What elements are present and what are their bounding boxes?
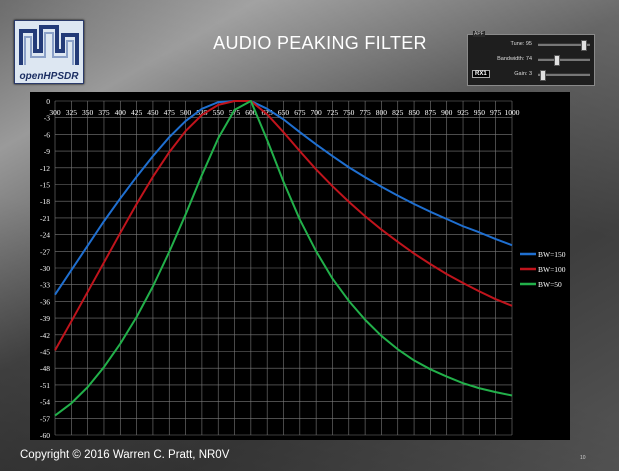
y-tick-label: -39 xyxy=(40,314,50,323)
y-tick-label: -48 xyxy=(40,364,50,373)
x-tick-label: 425 xyxy=(131,108,143,117)
y-tick-label: -33 xyxy=(40,281,50,290)
filter-response-chart-svg: 300 325 350 375 400 425 450 475 500 525 550 575 600 6… xyxy=(40,97,566,440)
y-tick-label: -24 xyxy=(40,231,50,240)
y-tick-label: -21 xyxy=(40,214,50,223)
x-tick-label: 450 xyxy=(147,108,159,117)
x-tick-label: 825 xyxy=(392,108,404,117)
y-tick-label: -3 xyxy=(44,114,50,123)
y-tick-label: -45 xyxy=(40,348,50,357)
x-tick-label: 375 xyxy=(98,108,110,117)
page-number: 10 xyxy=(580,455,586,461)
y-tick-label: -42 xyxy=(40,331,50,340)
slide-title: AUDIO PEAKING FILTER xyxy=(213,33,427,53)
apf-bandwidth-row: Bandwidth: 74 xyxy=(468,53,594,66)
y-tick-label: -15 xyxy=(40,181,50,190)
x-tick-label: 350 xyxy=(82,108,94,117)
x-tick-label: 300 xyxy=(49,108,61,117)
copyright-footer: Copyright © 2016 Warren C. Pratt, NR0V xyxy=(20,449,230,461)
x-tick-label: 875 xyxy=(425,108,437,117)
y-tick-label: -60 xyxy=(40,431,50,440)
x-tick-label: 800 xyxy=(376,108,388,117)
x-tick-label: 475 xyxy=(164,108,176,117)
apf-tune-slider-thumb[interactable] xyxy=(581,40,588,51)
x-tick-label: 775 xyxy=(359,108,371,117)
x-tick-label: 550 xyxy=(213,108,225,117)
logo-text: openHPSDR xyxy=(19,71,79,82)
apf-bandwidth-slider-thumb[interactable] xyxy=(554,55,561,66)
x-tick-label: 1000 xyxy=(505,108,520,117)
x-tick-label: 950 xyxy=(474,108,486,117)
apf-tune-slider[interactable] xyxy=(538,40,590,51)
openhpsdr-logo: openHPSDR xyxy=(14,20,84,84)
apf-panel-legend: APF xyxy=(473,31,485,37)
x-tick-label: 850 xyxy=(408,108,420,117)
x-tick-label: 325 xyxy=(66,108,78,117)
y-tick-label: -30 xyxy=(40,264,50,273)
x-tick-label: 925 xyxy=(457,108,469,117)
y-tick-label: -9 xyxy=(44,147,50,156)
x-tick-label: 900 xyxy=(441,108,453,117)
apf-panel: APF Tune: 95 Bandwidth: 74 RX1 Gain: 3 xyxy=(467,31,595,86)
x-tick-label: 700 xyxy=(311,108,323,117)
x-tick-label: 675 xyxy=(294,108,306,117)
filter-response-chart: 300 325 350 375 400 425 450 475 500 525 550 575 600 6… xyxy=(30,92,570,440)
y-tick-label: -6 xyxy=(44,130,50,139)
apf-bandwidth-slider[interactable] xyxy=(538,55,590,66)
apf-tune-label: Tune: 95 xyxy=(510,41,532,47)
y-tick-label: -12 xyxy=(40,164,50,173)
legend-label: BW=50 xyxy=(538,280,562,289)
y-tick-label: -51 xyxy=(40,381,50,390)
legend-label: BW=100 xyxy=(538,265,566,274)
x-tick-label: 725 xyxy=(327,108,339,117)
x-tick-label: 650 xyxy=(278,108,290,117)
x-tick-label: 975 xyxy=(490,108,502,117)
apf-bandwidth-label: Bandwidth: 74 xyxy=(497,56,532,62)
apf-tune-row: Tune: 95 xyxy=(468,38,594,51)
y-tick-label: -27 xyxy=(40,247,50,256)
y-tick-label: -36 xyxy=(40,297,50,306)
apf-gain-label: Gain: 3 xyxy=(514,71,532,77)
apf-gain-row: RX1 Gain: 3 xyxy=(468,68,594,81)
y-tick-label: -54 xyxy=(40,398,50,407)
y-tick-label: 0 xyxy=(46,97,50,106)
x-tick-label: 750 xyxy=(343,108,355,117)
x-tick-label: 400 xyxy=(115,108,127,117)
y-tick-label: -18 xyxy=(40,197,50,206)
y-tick-label: -57 xyxy=(40,414,50,423)
x-tick-label: 500 xyxy=(180,108,192,117)
apf-gain-slider-thumb[interactable] xyxy=(540,70,547,81)
legend-label: BW=150 xyxy=(538,250,566,259)
apf-gain-slider[interactable] xyxy=(538,70,590,81)
